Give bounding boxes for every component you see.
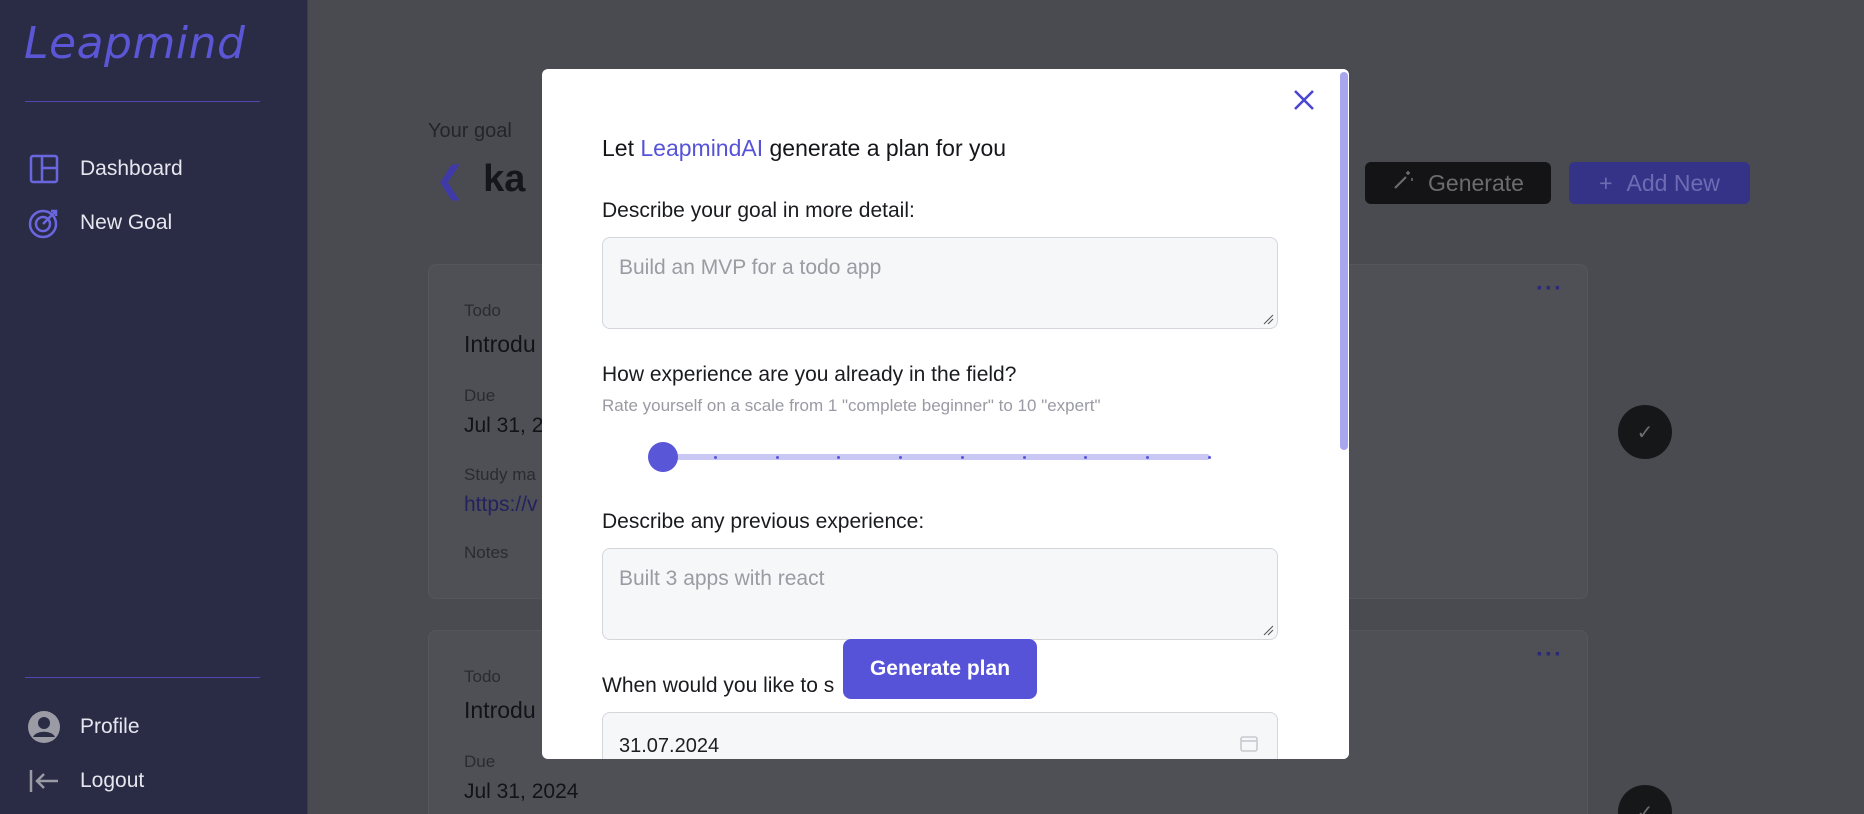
complete-task-button[interactable]: ✓ bbox=[1618, 785, 1672, 814]
task-status: Todo bbox=[464, 667, 501, 686]
scrollbar-thumb[interactable] bbox=[1340, 72, 1348, 450]
more-options-icon[interactable]: ··· bbox=[1536, 275, 1563, 303]
modal-title-brand: LeapmindAI bbox=[640, 135, 764, 161]
task-status: Todo bbox=[464, 301, 501, 320]
generate-plan-button[interactable]: Generate plan bbox=[843, 639, 1037, 699]
slider-tick bbox=[713, 456, 717, 459]
complete-task-button[interactable]: ✓ bbox=[1618, 405, 1672, 459]
generate-button-label: Generate bbox=[1428, 169, 1524, 196]
experience-hint: Rate yourself on a scale from 1 "complet… bbox=[602, 396, 1101, 415]
app-logo[interactable]: Leapmind bbox=[24, 18, 245, 69]
modal-scrollbar[interactable] bbox=[1339, 69, 1349, 759]
plus-icon: + bbox=[1599, 169, 1613, 196]
sidebar-item-new-goal[interactable]: New Goal bbox=[26, 205, 172, 241]
modal-title-suffix: generate a plan for you bbox=[763, 135, 1007, 161]
start-date-value: 31.07.2024 bbox=[619, 735, 720, 757]
experience-label: How experience are you already in the fi… bbox=[602, 363, 1017, 386]
magic-wand-icon bbox=[1392, 169, 1414, 197]
calendar-icon[interactable] bbox=[1239, 733, 1259, 753]
previous-experience-input[interactable]: Built 3 apps with react bbox=[602, 548, 1278, 640]
study-material-link[interactable]: https://v bbox=[464, 493, 538, 517]
task-title: Introdu bbox=[464, 697, 536, 723]
slider-tick bbox=[1022, 456, 1026, 459]
generate-plan-modal: Let LeapmindAI generate a plan for you D… bbox=[542, 69, 1349, 759]
goal-title-text: ka bbox=[483, 158, 526, 200]
target-icon bbox=[26, 205, 62, 241]
sidebar-item-label: New Goal bbox=[80, 211, 173, 234]
sidebar-item-dashboard[interactable]: Dashboard bbox=[26, 151, 183, 187]
modal-title: Let LeapmindAI generate a plan for you bbox=[602, 135, 1006, 162]
previous-experience-placeholder: Built 3 apps with react bbox=[619, 567, 825, 590]
page-subtitle: Your goal bbox=[428, 120, 512, 142]
slider-track bbox=[654, 454, 1210, 460]
notes-label: Notes bbox=[464, 543, 509, 562]
add-new-button[interactable]: + Add New bbox=[1569, 162, 1750, 204]
sidebar-item-label: Dashboard bbox=[80, 157, 183, 180]
goal-detail-input[interactable]: Build an MVP for a todo app bbox=[602, 237, 1278, 329]
due-date: Jul 31, 2024 bbox=[464, 780, 579, 803]
sidebar-item-logout[interactable]: Logout bbox=[26, 763, 144, 799]
more-options-icon[interactable]: ··· bbox=[1536, 641, 1563, 669]
sidebar-item-profile[interactable]: Profile bbox=[26, 709, 140, 745]
resize-handle-icon[interactable] bbox=[1262, 313, 1274, 325]
check-icon: ✓ bbox=[1636, 421, 1654, 444]
slider-tick bbox=[775, 456, 779, 459]
close-icon[interactable] bbox=[1290, 86, 1318, 114]
layout-icon bbox=[26, 151, 62, 187]
sidebar-item-label: Profile bbox=[80, 715, 140, 738]
task-title: Introdu bbox=[464, 331, 536, 357]
goal-detail-placeholder: Build an MVP for a todo app bbox=[619, 256, 882, 279]
slider-thumb[interactable] bbox=[648, 442, 678, 472]
check-icon: ✓ bbox=[1636, 801, 1654, 814]
previous-experience-label: Describe any previous experience: bbox=[602, 510, 925, 533]
resize-handle-icon[interactable] bbox=[1262, 624, 1274, 636]
chevron-left-icon[interactable]: ❮ bbox=[435, 159, 465, 201]
due-label: Due bbox=[464, 386, 496, 405]
study-material-label: Study ma bbox=[464, 465, 536, 484]
user-avatar-icon bbox=[26, 709, 62, 745]
goal-detail-label: Describe your goal in more detail: bbox=[602, 199, 915, 222]
experience-slider[interactable] bbox=[648, 442, 1211, 472]
add-new-button-label: Add New bbox=[1626, 169, 1720, 196]
page-title: ❮ ka bbox=[435, 158, 525, 201]
slider-tick bbox=[1208, 456, 1211, 459]
sidebar-divider-top bbox=[25, 101, 260, 102]
sidebar: Leapmind Dashboard New Goal Profile Logo… bbox=[0, 0, 308, 814]
start-date-label: When would you like to s bbox=[602, 674, 835, 697]
sidebar-divider-bottom bbox=[25, 677, 260, 678]
sidebar-item-label: Logout bbox=[80, 769, 145, 792]
generate-button[interactable]: Generate bbox=[1365, 162, 1551, 204]
start-date-input[interactable]: 31.07.2024 bbox=[602, 712, 1278, 759]
modal-title-prefix: Let bbox=[602, 135, 641, 161]
due-label: Due bbox=[464, 752, 496, 771]
logout-icon bbox=[26, 763, 62, 799]
slider-tick bbox=[960, 456, 964, 459]
